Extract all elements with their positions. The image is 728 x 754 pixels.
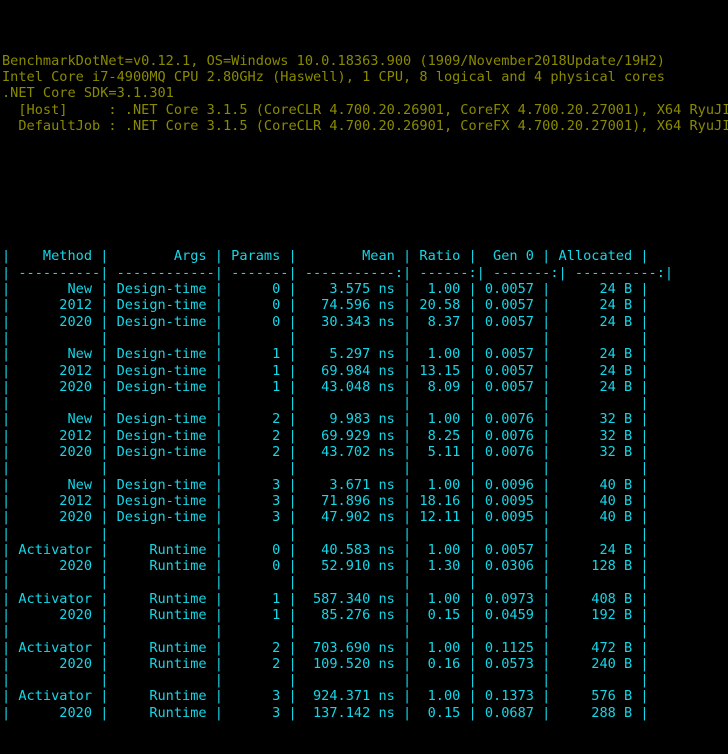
table-row: | Activator | Runtime | 1 | 587.340 ns |… [2, 590, 649, 607]
table-row: | 2012 | Design-time | 0 | 74.596 ns | 2… [2, 297, 649, 314]
table-group-spacer-row: | | | | | | | | [2, 672, 649, 689]
table-row: | 2020 | Design-time | 0 | 30.343 ns | 8… [2, 313, 649, 330]
table-group-spacer-row: | | | | | | | | [2, 460, 649, 477]
table-row: | 2020 | Design-time | 2 | 43.702 ns | 5… [2, 444, 649, 461]
table-row: | New | Design-time | 3 | 3.671 ns | 1.0… [2, 476, 649, 493]
table-row: | 2012 | Design-time | 2 | 69.929 ns | 8… [2, 427, 649, 444]
environment-line: [Host] : .NET Core 3.1.5 (CoreCLR 4.700.… [2, 101, 728, 118]
table-row: | Activator | Runtime | 2 | 703.690 ns |… [2, 639, 649, 656]
table-row: | 2020 | Runtime | 3 | 137.142 ns | 0.15… [2, 704, 649, 721]
table-row: | New | Design-time | 2 | 9.983 ns | 1.0… [2, 411, 649, 428]
table-separator-row: | ----------| ------------| -------| ---… [2, 264, 674, 281]
benchmark-environment-block: BenchmarkDotNet=v0.12.1, OS=Windows 10.0… [2, 53, 728, 134]
environment-line: Intel Core i7-4900MQ CPU 2.80GHz (Haswel… [2, 69, 665, 86]
table-group-spacer-row: | | | | | | | | [2, 329, 649, 346]
table-group-spacer-row: | | | | | | | | [2, 395, 649, 412]
table-row: | New | Design-time | 0 | 3.575 ns | 1.0… [2, 281, 649, 298]
table-row: | 2012 | Design-time | 3 | 71.896 ns | 1… [2, 492, 649, 509]
table-row: | New | Design-time | 1 | 5.297 ns | 1.0… [2, 346, 649, 363]
environment-line: BenchmarkDotNet=v0.12.1, OS=Windows 10.0… [2, 52, 665, 69]
environment-line: .NET Core SDK=3.1.301 [2, 85, 174, 102]
environment-line: DefaultJob : .NET Core 3.1.5 (CoreCLR 4.… [2, 118, 728, 135]
table-row: | 2020 | Runtime | 2 | 109.520 ns | 0.16… [2, 655, 649, 672]
table-row: | Activator | Runtime | 0 | 40.583 ns | … [2, 541, 649, 558]
table-header-row: | Method | Args | Params | Mean | Ratio … [2, 248, 649, 265]
table-row: | 2020 | Design-time | 3 | 47.902 ns | 1… [2, 509, 649, 526]
table-row: | 2020 | Design-time | 1 | 43.048 ns | 8… [2, 378, 649, 395]
table-row: | Activator | Runtime | 3 | 924.371 ns |… [2, 688, 649, 705]
table-group-spacer-row: | | | | | | | | [2, 623, 649, 640]
terminal-output: BenchmarkDotNet=v0.12.1, OS=Windows 10.0… [0, 0, 728, 754]
benchmark-results-table: | Method | Args | Params | Mean | Ratio … [2, 248, 728, 721]
table-group-spacer-row: | | | | | | | | [2, 525, 649, 542]
table-row: | 2020 | Runtime | 1 | 85.276 ns | 0.15 … [2, 606, 649, 623]
table-row: | 2012 | Design-time | 1 | 69.984 ns | 1… [2, 362, 649, 379]
table-group-spacer-row: | | | | | | | | [2, 574, 649, 591]
table-row: | 2020 | Runtime | 0 | 52.910 ns | 1.30 … [2, 558, 649, 575]
